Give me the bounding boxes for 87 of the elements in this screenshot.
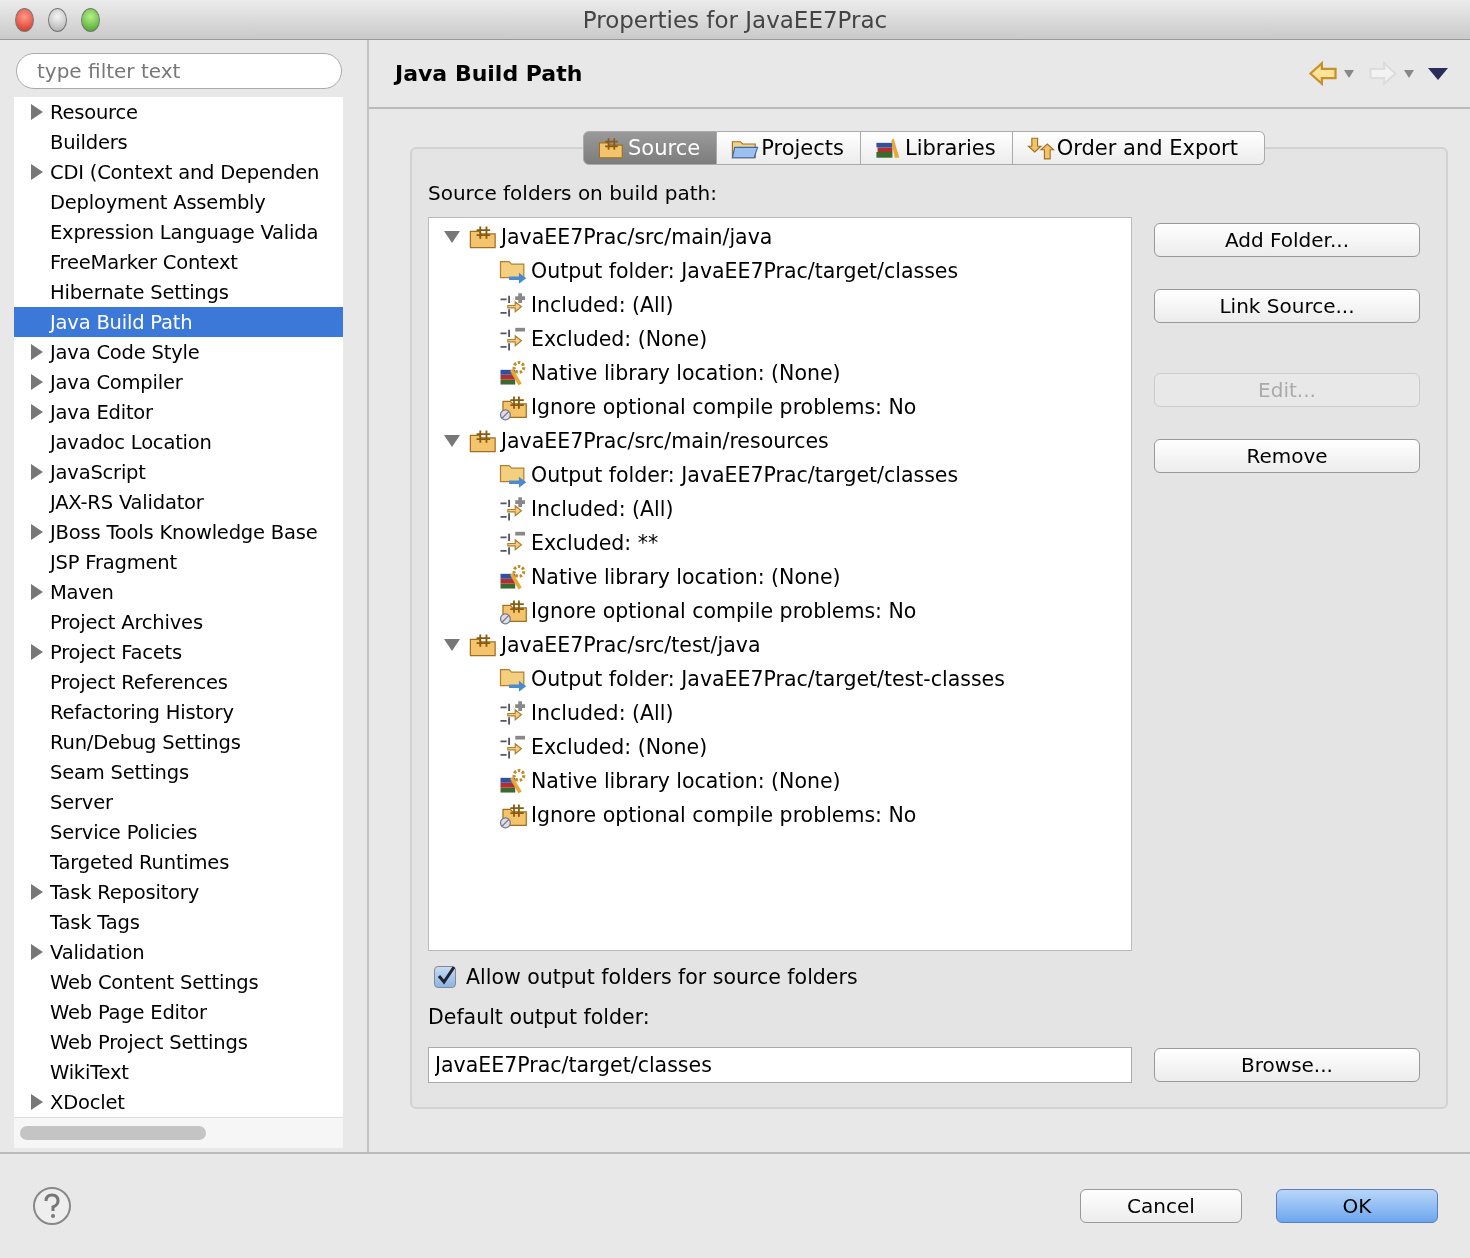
tree-item[interactable]: Project References: [14, 667, 343, 697]
tree-item[interactable]: Builders: [14, 127, 343, 157]
tree-item[interactable]: Ignore optional compile problems: No: [429, 798, 1131, 832]
zoom-button[interactable]: [81, 7, 100, 32]
back-arrow-icon[interactable]: [1308, 61, 1338, 86]
page-title: Java Build Path: [395, 61, 583, 86]
action-button[interactable]: Remove: [1154, 439, 1420, 473]
tree-item[interactable]: Web Page Editor: [14, 997, 343, 1027]
tree-item[interactable]: Server: [14, 787, 343, 817]
tree-item[interactable]: CDI (Context and Dependen: [14, 157, 343, 187]
tree-item[interactable]: Hibernate Settings: [14, 277, 343, 307]
tree-item[interactable]: Java Build Path: [14, 307, 343, 337]
tree-item[interactable]: Excluded: (None): [429, 730, 1131, 764]
checkbox-label: Allow output folders for source folders: [466, 965, 858, 989]
dropdown-caret-icon[interactable]: [1344, 69, 1354, 78]
tree-item[interactable]: Validation: [14, 937, 343, 967]
tree-item[interactable]: Project Archives: [14, 607, 343, 637]
source-folder-icon: [469, 224, 499, 250]
tree-item[interactable]: Java Editor: [14, 397, 343, 427]
tree-item[interactable]: Native library location: (None): [429, 764, 1131, 798]
tree-item[interactable]: Deployment Assembly: [14, 187, 343, 217]
ignore-problems-icon: [499, 597, 529, 625]
action-button[interactable]: Add Folder...: [1154, 223, 1420, 257]
expanded-arrow-icon[interactable]: [443, 230, 463, 244]
tree-item[interactable]: Ignore optional compile problems: No: [429, 390, 1131, 424]
tree-item[interactable]: Maven: [14, 577, 343, 607]
tree-item[interactable]: WikiText: [14, 1057, 343, 1087]
order-tab-icon: [1026, 136, 1055, 160]
tree-item[interactable]: Java Code Style: [14, 337, 343, 367]
expanded-arrow-icon[interactable]: [443, 638, 463, 652]
tree-item[interactable]: JAX-RS Validator: [14, 487, 343, 517]
checkbox[interactable]: [434, 966, 456, 988]
source-folder-icon: [469, 428, 499, 454]
tree-item[interactable]: JBoss Tools Knowledge Base: [14, 517, 343, 547]
tree-item[interactable]: Resource: [14, 97, 343, 127]
tree-item[interactable]: JavaScript: [14, 457, 343, 487]
field-label: Default output folder:: [428, 1005, 651, 1029]
window-title: Properties for JavaEE7Prac: [581, 6, 889, 33]
tree-item[interactable]: FreeMarker Context: [14, 247, 343, 277]
scrollbar-thumb[interactable]: [20, 1126, 206, 1140]
tree-item[interactable]: Excluded: (None): [429, 322, 1131, 356]
tree-item[interactable]: Javadoc Location: [14, 427, 343, 457]
ignore-problems-icon: [499, 393, 529, 421]
tree-item[interactable]: Web Content Settings: [14, 967, 343, 997]
tree-item[interactable]: Included: (All): [429, 288, 1131, 322]
browse-button[interactable]: Browse...: [1154, 1048, 1420, 1082]
action-button[interactable]: Link Source...: [1154, 289, 1420, 323]
filter-field[interactable]: type filter text: [16, 53, 342, 89]
tree-item[interactable]: Included: (All): [429, 696, 1131, 730]
ok-button[interactable]: OK: [1276, 1189, 1438, 1223]
tree-item[interactable]: Native library location: (None): [429, 560, 1131, 594]
tree-item[interactable]: JavaEE7Prac/src/test/java: [429, 628, 1131, 662]
tree-item[interactable]: Output folder: JavaEE7Prac/target/test-classes: [429, 662, 1131, 696]
expanded-arrow-icon[interactable]: [443, 434, 463, 448]
tree-item[interactable]: Excluded: **: [429, 526, 1131, 560]
tree-item[interactable]: Refactoring History: [14, 697, 343, 727]
minimize-button[interactable]: [48, 7, 67, 32]
tab[interactable]: Order and Export: [1012, 131, 1265, 165]
cancel-button[interactable]: Cancel: [1080, 1189, 1242, 1223]
tree-item[interactable]: Task Tags: [14, 907, 343, 937]
tab[interactable]: Libraries: [860, 131, 1013, 165]
dropdown-caret-icon[interactable]: [1404, 69, 1414, 78]
tree-item[interactable]: Web Project Settings: [14, 1027, 343, 1057]
tree-item[interactable]: Output folder: JavaEE7Prac/target/classes: [429, 254, 1131, 288]
tree-item[interactable]: Included: (All): [429, 492, 1131, 526]
tree-item[interactable]: Seam Settings: [14, 757, 343, 787]
source-folder-icon: [469, 632, 499, 658]
ignore-problems-icon: [499, 801, 529, 829]
tree-item[interactable]: JSP Fragment: [14, 547, 343, 577]
section-label: Source folders on build path:: [428, 181, 718, 205]
tree-item[interactable]: Run/Debug Settings: [14, 727, 343, 757]
close-button[interactable]: [15, 7, 34, 32]
tree-item[interactable]: Java Compiler: [14, 367, 343, 397]
tree-item[interactable]: XDoclet: [14, 1087, 343, 1117]
tree-item[interactable]: Expression Language Valida: [14, 217, 343, 247]
tree-item[interactable]: Ignore optional compile problems: No: [429, 594, 1131, 628]
tree-item[interactable]: Targeted Runtimes: [14, 847, 343, 877]
tree-item[interactable]: Service Policies: [14, 817, 343, 847]
tree-item[interactable]: Output folder: JavaEE7Prac/target/classes: [429, 458, 1131, 492]
tree-item[interactable]: Native library location: (None): [429, 356, 1131, 390]
tab[interactable]: Projects: [717, 131, 861, 165]
help-icon[interactable]: [32, 1186, 72, 1226]
tree-item[interactable]: Task Repository: [14, 877, 343, 907]
tree-item[interactable]: Project Facets: [14, 637, 343, 667]
view-menu-icon[interactable]: [1428, 67, 1448, 80]
tree-item[interactable]: JavaEE7Prac/src/main/java: [429, 220, 1131, 254]
tree-item[interactable]: JavaEE7Prac/src/main/resources: [429, 424, 1131, 458]
